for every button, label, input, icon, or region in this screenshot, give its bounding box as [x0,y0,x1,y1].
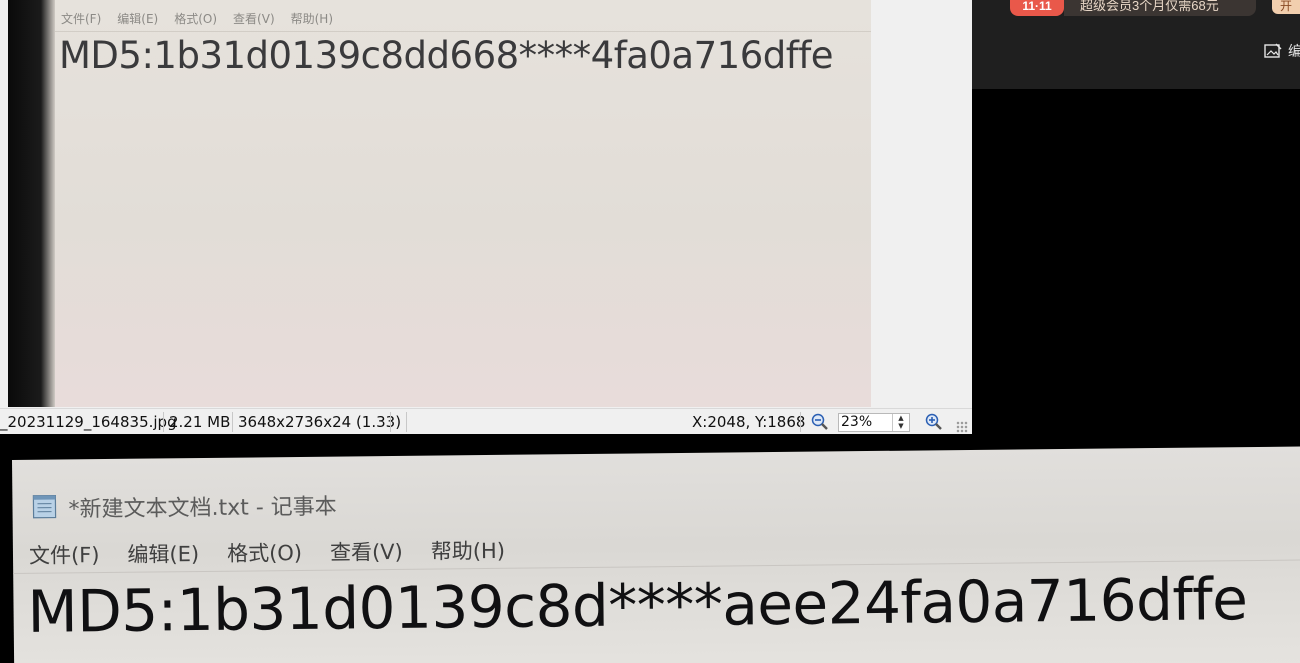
status-filesize: 2.21 MB [169,413,231,431]
promo-panel: 11·11 超级会员3个月仅需68元 开 编 [972,0,1300,89]
image-viewer-window: 文件(F) 编辑(E) 格式(O) 查看(V) 帮助(H) MD5:1b31d0… [0,0,972,435]
notepad-menu-edit: 编辑(E) [127,542,200,567]
promo-badge[interactable]: 11·11 [1010,0,1064,16]
notepad-menubar: 文件(F) 编辑(E) 格式(O) 查看(V) 帮助(H) [29,535,505,570]
notepad-photo-surface: *新建文本文档.txt - 记事本 文件(F) 编辑(E) 格式(O) 查看(V… [12,446,1300,663]
photo-menu-edit: 编辑(E) [117,12,159,26]
status-separator [800,412,801,432]
status-coords: X:2048, Y:1868 [692,413,806,431]
promo-banner-text[interactable]: 超级会员3个月仅需68元 [1064,0,1256,16]
status-separator [232,412,233,432]
image-canvas[interactable]: 文件(F) 编辑(E) 格式(O) 查看(V) 帮助(H) MD5:1b31d0… [8,0,871,407]
edit-image-button[interactable]: 编 [1264,41,1300,61]
status-separator [163,412,164,432]
zoom-out-icon[interactable] [810,413,830,431]
photo-menu-view: 查看(V) [233,12,275,26]
zoom-in-icon[interactable] [924,413,944,431]
zoom-down-arrow-icon[interactable]: ▼ [893,422,909,430]
notepad-photo: *新建文本文档.txt - 记事本 文件(F) 编辑(E) 格式(O) 查看(V… [0,434,1300,663]
status-separator [390,412,391,432]
edit-label: 编 [1288,43,1300,59]
zoom-up-arrow-icon[interactable]: ▲ [893,414,909,422]
zoom-input[interactable]: 23% ▲ ▼ [838,413,910,432]
resize-grip-icon[interactable] [956,421,968,433]
photo-md5-text: MD5:1b31d0139c8dd668****4fa0a716dffe [59,34,834,77]
status-separator [406,412,407,432]
notepad-menu-view: 查看(V) [329,539,403,565]
photo-menubar: 文件(F) 编辑(E) 格式(O) 查看(V) 帮助(H) [61,10,333,27]
status-dimensions: 3648x2736x24 (1.33) [238,413,402,431]
notepad-md5-text: MD5:1b31d0139c8d****aee24fa0a716dffe [27,565,1248,646]
notepad-icon [32,494,57,519]
notepad-title: *新建文本文档.txt - 记事本 [68,494,337,523]
photo-notepad-top: 文件(F) 编辑(E) 格式(O) 查看(V) 帮助(H) MD5:1b31d0… [55,0,871,407]
status-filename: _20231129_164835.jpg [0,413,177,431]
photo-menu-file: 文件(F) [61,12,102,26]
notepad-menu-file: 文件(F) [28,543,100,568]
photo-menu-help: 帮助(H) [290,12,334,26]
notepad-menu-help: 帮助(H) [430,538,506,564]
status-bar: _20231129_164835.jpg 2.21 MB 3648x2736x2… [0,408,972,435]
photo-dark-edge [8,0,55,407]
image-edit-icon [1264,43,1282,58]
photo-divider [55,31,871,32]
photo-menu-format: 格式(O) [174,12,218,26]
promo-open-button[interactable]: 开 [1272,0,1300,14]
zoom-value: 23% [841,414,873,430]
notepad-menu-format: 格式(O) [226,540,303,566]
zoom-stepper[interactable]: ▲ ▼ [892,414,909,431]
